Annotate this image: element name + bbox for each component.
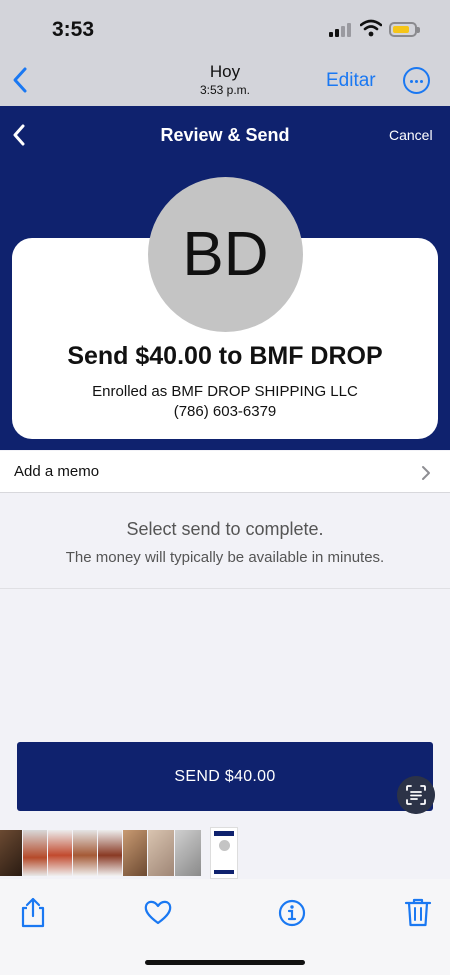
- info-icon[interactable]: [277, 896, 307, 928]
- photo-thumbnail[interactable]: [148, 830, 174, 876]
- cancel-button[interactable]: Cancel: [389, 127, 433, 143]
- photo-thumbnail[interactable]: [0, 830, 22, 876]
- photos-nav-bar: Hoy 3:53 p.m. Editar: [0, 58, 450, 106]
- send-summary-headline: Send $40.00 to BMF DROP: [67, 342, 383, 370]
- photo-thumbnail[interactable]: [48, 830, 72, 876]
- enrolled-name: Enrolled as BMF DROP SHIPPING LLC: [92, 383, 358, 400]
- photo-date-title: Hoy: [209, 62, 241, 81]
- thumbnail-strip[interactable]: [0, 827, 450, 879]
- photo-thumbnail[interactable]: [98, 830, 122, 876]
- chevron-right-icon: [422, 466, 430, 480]
- memo-label: Add a memo: [14, 463, 100, 480]
- add-memo-row[interactable]: Add a memo: [0, 451, 450, 493]
- edit-button[interactable]: Editar: [326, 70, 376, 92]
- status-time: 3:53: [52, 18, 95, 41]
- page-title: Review & Send: [160, 125, 290, 145]
- divider: [0, 588, 450, 589]
- live-text-scan-icon[interactable]: [397, 776, 435, 814]
- share-icon[interactable]: [18, 896, 48, 928]
- trash-icon[interactable]: [403, 896, 433, 928]
- photo-thumbnail[interactable]: [123, 830, 147, 876]
- status-bar: 3:53: [0, 0, 450, 58]
- battery-icon: [389, 22, 420, 37]
- heart-icon[interactable]: [143, 896, 173, 928]
- photo-thumbnail[interactable]: [23, 830, 47, 876]
- photo-time-subtitle: 3:53 p.m.: [199, 83, 251, 97]
- avatar: BD: [148, 177, 303, 332]
- recipient-phone: (786) 603-6379: [173, 403, 277, 420]
- instruction-text: Select send to complete.: [126, 519, 324, 539]
- cellular-signal-icon: [329, 23, 353, 37]
- photo-thumbnail[interactable]: [73, 830, 97, 876]
- home-indicator: [145, 960, 305, 965]
- availability-text: The money will typically be available in…: [65, 549, 385, 566]
- send-button[interactable]: SEND $40.00: [17, 742, 433, 811]
- current-photo-thumbnail[interactable]: [210, 827, 238, 879]
- photo-thumbnail[interactable]: [175, 830, 201, 876]
- ellipsis-circle-icon[interactable]: [403, 67, 430, 94]
- wifi-icon: [360, 19, 382, 37]
